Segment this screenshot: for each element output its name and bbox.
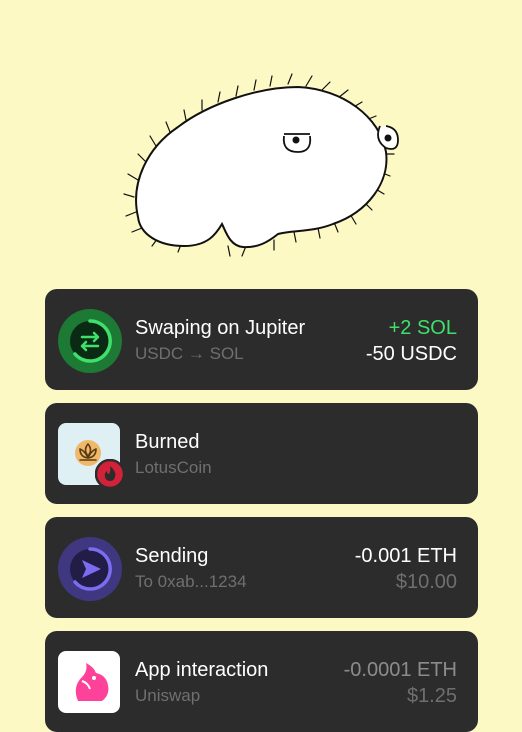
amount-fiat: $10.00 bbox=[395, 571, 457, 593]
activity-title: Swaping on Jupiter bbox=[135, 317, 306, 339]
activity-subtitle: LotusCoin bbox=[135, 458, 212, 477]
burn-badge-icon bbox=[95, 459, 125, 489]
activity-sending-card[interactable]: Sending To 0xab...1234 -0.001 ETH $10.00 bbox=[45, 517, 478, 618]
activity-title: Sending bbox=[135, 545, 209, 567]
activity-swap-card[interactable]: Swaping on Jupiter USDC → SOL +2 SOL -50… bbox=[45, 289, 478, 390]
amount-sent: -0.0001 ETH bbox=[343, 659, 457, 681]
uniswap-icon bbox=[58, 651, 120, 713]
mascot-illustration bbox=[123, 73, 399, 257]
activity-subtitle: Uniswap bbox=[135, 686, 201, 705]
activity-title: Burned bbox=[135, 431, 200, 453]
amount-received: +2 SOL bbox=[388, 317, 457, 339]
amount-fiat: $1.25 bbox=[406, 685, 457, 707]
activity-title: App interaction bbox=[135, 659, 269, 681]
activity-burned-card[interactable]: Burned LotusCoin bbox=[45, 403, 478, 504]
activity-subtitle: To 0xab...1234 bbox=[135, 572, 247, 591]
swap-icon bbox=[58, 309, 122, 373]
amount-sent: -50 USDC bbox=[365, 343, 457, 365]
send-icon bbox=[58, 537, 122, 601]
activity-subtitle: USDC → SOL bbox=[135, 344, 244, 363]
amount-sent: -0.001 ETH bbox=[354, 545, 457, 567]
activity-app-interaction-card[interactable]: App interaction Uniswap -0.0001 ETH $1.2… bbox=[45, 631, 478, 732]
